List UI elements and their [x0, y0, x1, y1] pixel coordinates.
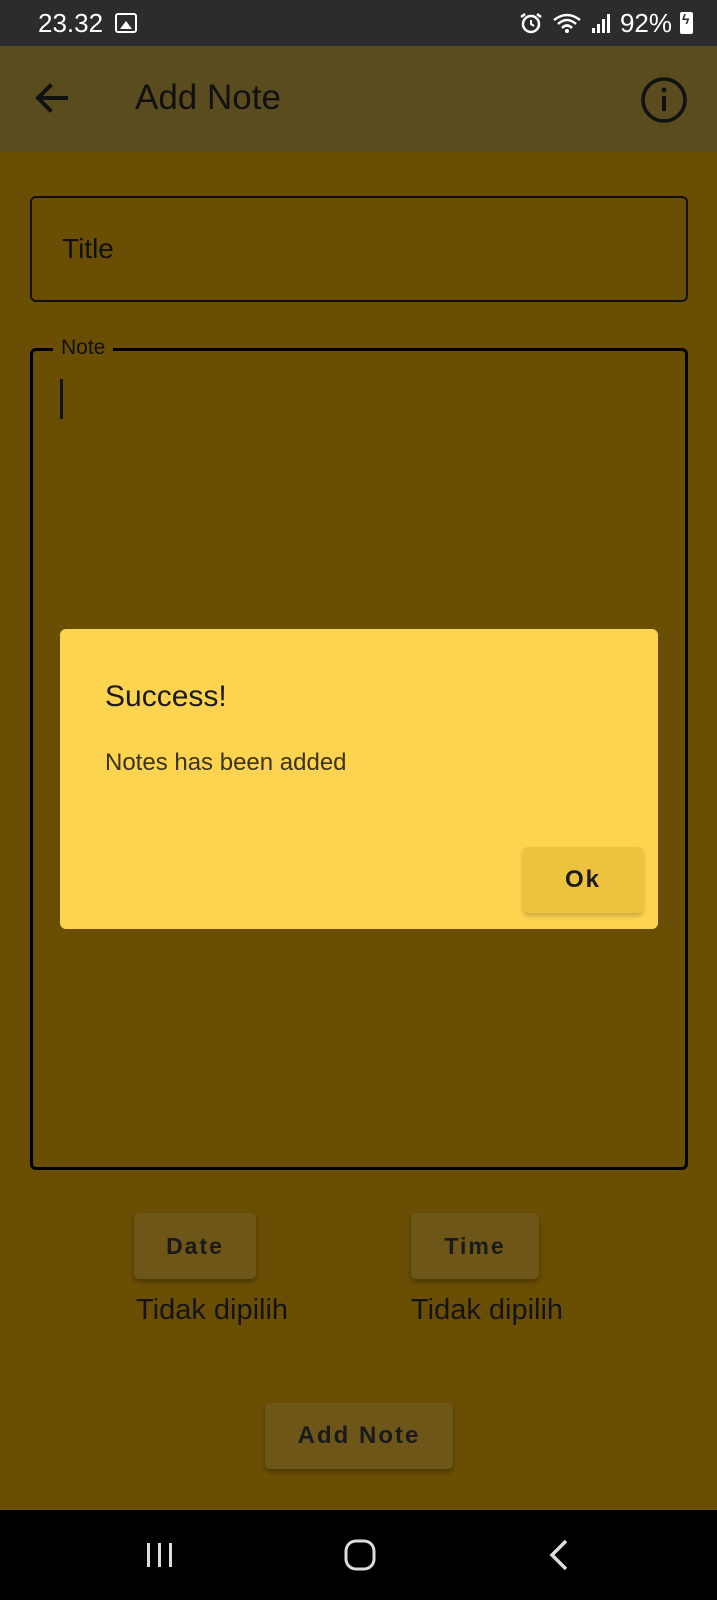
home-icon[interactable]: [338, 1535, 382, 1575]
navigation-bar: [0, 1510, 717, 1600]
dialog-title: Success!: [105, 680, 227, 713]
status-time: 23.32: [38, 7, 104, 38]
status-left: 23.32: [38, 7, 138, 39]
title-input[interactable]: [32, 198, 686, 300]
title-field[interactable]: [30, 196, 688, 302]
success-dialog: Success! Notes has been added Ok: [60, 629, 658, 929]
note-label: Note: [53, 336, 114, 360]
time-value: Tidak dipilih: [411, 1294, 564, 1326]
status-right: 92%: [518, 8, 693, 39]
arrow-left-icon[interactable]: [30, 76, 74, 120]
date-value: Tidak dipilih: [136, 1294, 289, 1326]
signal-icon: [591, 14, 610, 33]
time-button[interactable]: Time: [411, 1213, 539, 1279]
recent-apps-icon[interactable]: [138, 1535, 182, 1575]
dialog-message: Notes has been added: [105, 749, 347, 776]
ok-button[interactable]: Ok: [523, 847, 643, 913]
status-bar: 23.32 92%: [0, 0, 717, 46]
page-title: Add Note: [135, 78, 281, 117]
info-icon[interactable]: [640, 76, 688, 124]
battery-charging-icon: [680, 11, 693, 34]
gallery-icon: [115, 13, 138, 33]
wifi-icon: [553, 13, 581, 33]
date-button[interactable]: Date: [134, 1213, 256, 1279]
app-bar: Add Note: [0, 46, 717, 152]
alarm-icon: [520, 13, 542, 34]
add-note-button[interactable]: Add Note: [265, 1403, 453, 1469]
text-cursor: [60, 379, 63, 419]
back-icon[interactable]: [538, 1535, 582, 1575]
battery-percent: 92%: [619, 7, 672, 38]
